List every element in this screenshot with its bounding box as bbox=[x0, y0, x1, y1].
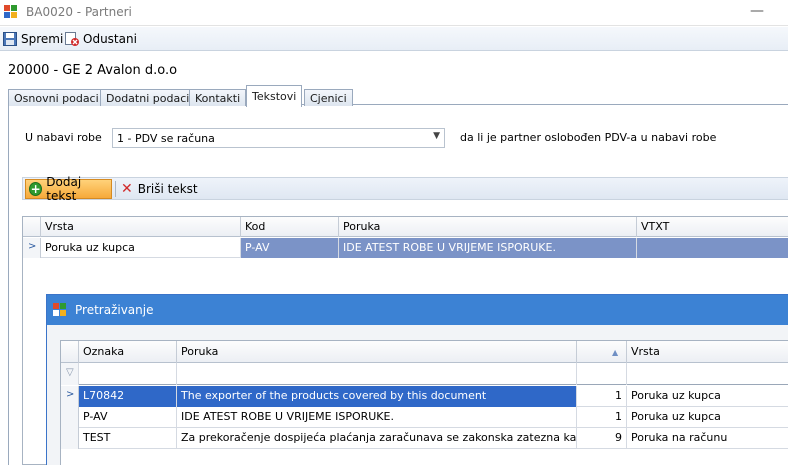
row-indicator-icon bbox=[61, 428, 79, 449]
cell-poruka[interactable]: The exporter of the products covered by … bbox=[177, 386, 577, 407]
filter-vrsta[interactable] bbox=[627, 363, 788, 385]
cancel-button[interactable]: Odustani bbox=[65, 30, 137, 48]
add-text-label: Dodaj tekst bbox=[46, 175, 82, 203]
column-header-kod[interactable]: Kod bbox=[241, 217, 339, 237]
row-indicator-icon bbox=[61, 407, 79, 428]
title-bar: BA0020 - Partneri — bbox=[0, 0, 788, 26]
column-header-vrsta[interactable]: Vrsta bbox=[41, 217, 241, 237]
column-header-vtxt[interactable]: VTXT bbox=[637, 217, 788, 237]
search-grid: Oznaka Poruka ▲ Vrsta ▽ > L70842 The exp… bbox=[60, 340, 788, 465]
dialog-app-icon bbox=[53, 303, 66, 316]
delete-icon: ✕ bbox=[121, 181, 133, 197]
minimize-button[interactable]: — bbox=[750, 3, 764, 19]
row-indicator-header bbox=[23, 217, 41, 237]
delete-text-button[interactable]: ✕ Briši tekst bbox=[121, 180, 198, 198]
cell-count[interactable]: 1 bbox=[577, 407, 627, 428]
filter-count[interactable] bbox=[577, 363, 627, 385]
main-toolbar: Spremi Odustani bbox=[0, 27, 788, 51]
cell-kod[interactable]: P-AV bbox=[241, 238, 339, 258]
text-toolbar: + Dodaj tekst ✕ Briši tekst bbox=[22, 175, 788, 203]
cell-vrsta[interactable]: Poruka uz kupca bbox=[41, 238, 241, 258]
cell-poruka[interactable]: IDE ATEST ROBE U VRIJEME ISPORUKE. bbox=[339, 238, 637, 258]
tab-dodatni-podaci[interactable]: Dodatni podaci bbox=[100, 89, 196, 106]
cancel-icon bbox=[65, 32, 79, 46]
column-header-poruka[interactable]: Poruka bbox=[339, 217, 637, 237]
add-text-button[interactable]: + Dodaj tekst bbox=[25, 175, 112, 203]
cell-count[interactable]: 9 bbox=[577, 428, 627, 449]
tab-cjenici[interactable]: Cjenici bbox=[304, 89, 353, 106]
row-indicator-header bbox=[61, 341, 79, 363]
cell-vrsta[interactable]: Poruka uz kupca bbox=[627, 386, 788, 407]
table-row[interactable]: > L70842 The exporter of the products co… bbox=[61, 386, 788, 407]
dialog-title: Pretraživanje bbox=[75, 303, 154, 317]
tab-osnovni-podaci[interactable]: Osnovni podaci bbox=[8, 89, 105, 106]
filter-poruka[interactable] bbox=[177, 363, 577, 385]
cell-oznaka[interactable]: L70842 bbox=[79, 386, 177, 407]
cell-poruka[interactable]: IDE ATEST ROBE U VRIJEME ISPORUKE. bbox=[177, 407, 577, 428]
tab-kontakti[interactable]: Kontakti bbox=[189, 89, 247, 106]
column-header-poruka[interactable]: Poruka bbox=[177, 341, 577, 363]
filter-indicator: ▽ bbox=[61, 363, 79, 385]
save-icon bbox=[3, 32, 17, 46]
nabava-select[interactable]: 1 - PDV se računa ▼ bbox=[112, 128, 445, 148]
cell-vrsta[interactable]: Poruka na računu bbox=[627, 428, 788, 449]
table-row[interactable]: > Poruka uz kupca P-AV IDE ATEST ROBE U … bbox=[23, 238, 788, 258]
row-indicator-icon: > bbox=[61, 386, 79, 407]
filter-oznaka[interactable] bbox=[79, 363, 177, 385]
column-header-count[interactable] bbox=[577, 341, 627, 363]
cell-oznaka[interactable]: P-AV bbox=[79, 407, 177, 428]
column-header-oznaka[interactable]: Oznaka bbox=[79, 341, 177, 363]
search-grid-header: Oznaka Poruka ▲ Vrsta bbox=[61, 341, 788, 363]
cell-oznaka[interactable]: TEST bbox=[79, 428, 177, 449]
dialog-body: Oznaka Poruka ▲ Vrsta ▽ > L70842 The exp… bbox=[47, 325, 788, 465]
sort-ascending-icon: ▲ bbox=[612, 348, 619, 357]
app-icon bbox=[4, 5, 17, 18]
window-title: BA0020 - Partneri bbox=[26, 5, 132, 19]
nabava-selected-value: 1 - PDV se računa bbox=[117, 132, 215, 145]
partner-title: 20000 - GE 2 Avalon d.o.o bbox=[8, 63, 178, 78]
table-row[interactable]: P-AV IDE ATEST ROBE U VRIJEME ISPORUKE. … bbox=[61, 407, 788, 428]
cancel-label: Odustani bbox=[83, 32, 137, 46]
grid-header: Vrsta Kod Poruka VTXT bbox=[23, 217, 788, 237]
delete-text-label: Briši tekst bbox=[137, 182, 198, 196]
chevron-down-icon: ▼ bbox=[433, 131, 440, 141]
column-header-vrsta[interactable]: Vrsta bbox=[627, 341, 788, 363]
tab-tekstovi[interactable]: Tekstovi bbox=[246, 85, 303, 107]
filter-icon: ▽ bbox=[66, 367, 74, 378]
save-label: Spremi bbox=[21, 32, 64, 46]
row-indicator-icon: > bbox=[23, 238, 41, 258]
plus-icon: + bbox=[29, 182, 43, 196]
filter-row[interactable]: ▽ bbox=[61, 363, 788, 385]
save-button[interactable]: Spremi bbox=[3, 30, 63, 48]
cell-poruka[interactable]: Za prekoračenje dospijeća plaćanja zarač… bbox=[177, 428, 577, 449]
search-dialog: Pretraživanje Oznaka Poruka ▲ Vrsta ▽ > … bbox=[46, 294, 788, 465]
nabava-hint: da li je partner oslobođen PDV-a u nabav… bbox=[460, 131, 717, 144]
dialog-title-bar[interactable]: Pretraživanje bbox=[47, 295, 788, 325]
table-row[interactable]: TEST Za prekoračenje dospijeća plaćanja … bbox=[61, 428, 788, 449]
cell-count[interactable]: 1 bbox=[577, 386, 627, 407]
nabava-label: U nabavi robe bbox=[25, 131, 102, 144]
cell-vtxt[interactable] bbox=[637, 238, 788, 258]
cell-vrsta[interactable]: Poruka uz kupca bbox=[627, 407, 788, 428]
toolbar-separator bbox=[115, 181, 116, 197]
